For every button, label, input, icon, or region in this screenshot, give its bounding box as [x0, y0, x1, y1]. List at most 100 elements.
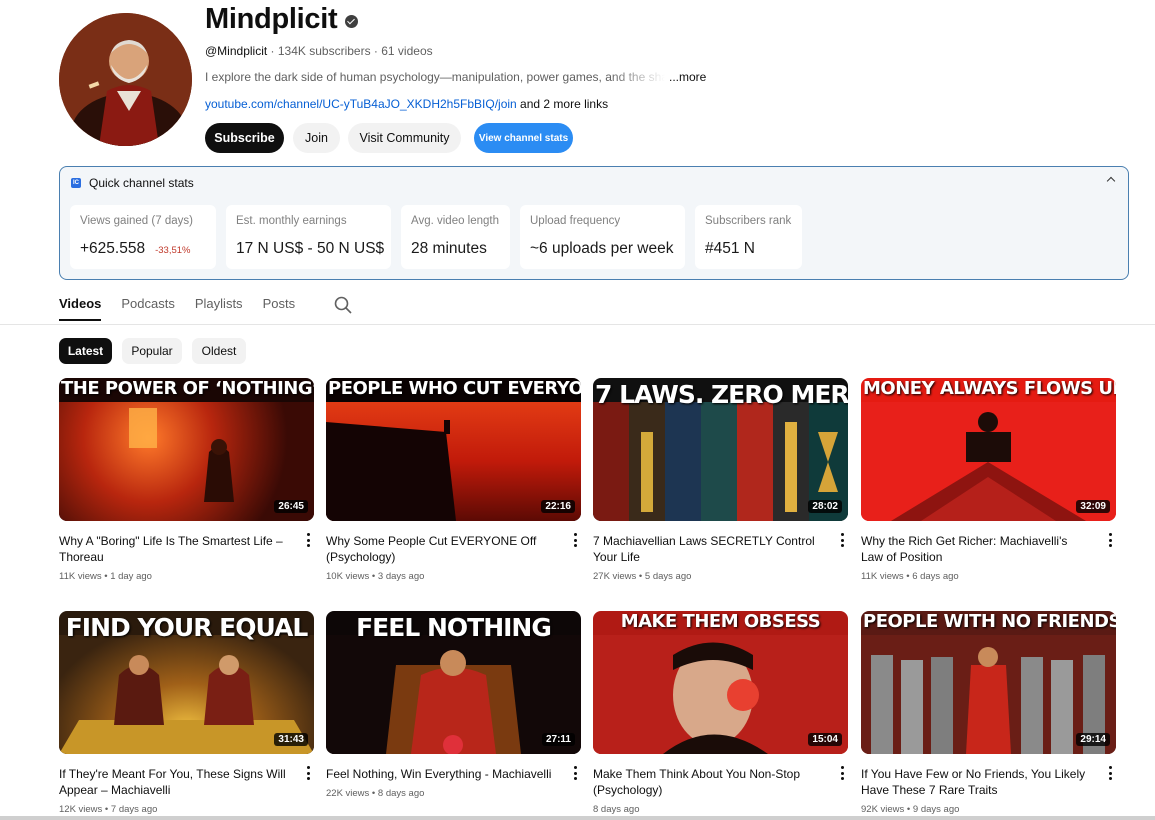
visit-community-button[interactable]: Visit Community — [348, 123, 461, 153]
description-text: I explore the dark side of human psychol… — [205, 70, 665, 84]
channel-description[interactable]: I explore the dark side of human psychol… — [205, 70, 706, 84]
video-duration: 32:09 — [1076, 500, 1110, 513]
stat-value-text: +625.558 — [80, 240, 146, 257]
video-thumbnail[interactable]: MAKE THEM OBSESS 15:04 — [593, 611, 848, 754]
channel-stats-text: · 134K subscribers · 61 videos — [267, 44, 433, 58]
stat-card-upload-frequency: Upload frequency ~6 uploads per week — [520, 205, 685, 269]
stat-value: +625.558 -33,51% — [80, 240, 190, 258]
more-link[interactable]: ...more — [669, 70, 706, 84]
channel-tabs: Videos Podcasts Playlists Posts — [59, 296, 315, 321]
video-title[interactable]: Why the Rich Get Richer: Machiavelli's L… — [861, 533, 1089, 565]
tab-posts[interactable]: Posts — [263, 296, 296, 321]
stat-value: 28 minutes — [411, 240, 487, 257]
video-duration: 26:45 — [274, 500, 308, 513]
video-thumbnail[interactable]: MONEY ALWAYS FLOWS UPWARD 32:09 — [861, 378, 1116, 521]
video-card[interactable]: THE POWER OF ‘NOTHING’ 26:45 Why A "Bori… — [59, 378, 314, 582]
channel-name-text: Mindplicit — [205, 3, 338, 35]
video-thumbnail[interactable]: PEOPLE WHO CUT EVERYONE OFF 22:16 — [326, 378, 581, 521]
video-thumbnail[interactable]: THE POWER OF ‘NOTHING’ 26:45 — [59, 378, 314, 521]
more-options-icon[interactable] — [307, 533, 311, 547]
video-thumbnail[interactable]: 7 LAWS. ZERO MERCY. 28:02 — [593, 378, 848, 521]
stat-card-views: Views gained (7 days) +625.558 -33,51% — [70, 205, 216, 269]
more-options-icon[interactable] — [841, 533, 845, 547]
thumbnail-text: PEOPLE WHO CUT EVERYONE OFF — [328, 378, 581, 399]
view-channel-stats-button[interactable]: View channel stats — [474, 123, 573, 153]
video-duration: 15:04 — [808, 733, 842, 746]
more-options-icon[interactable] — [574, 533, 578, 547]
video-card[interactable]: 7 LAWS. ZERO MERCY. 28:02 7 Machiavellia… — [593, 378, 848, 582]
channel-avatar[interactable] — [59, 13, 192, 146]
video-duration: 27:11 — [541, 733, 575, 746]
video-title[interactable]: If You Have Few or No Friends, You Likel… — [861, 766, 1089, 798]
video-thumbnail[interactable]: FIND YOUR EQUAL 31:43 — [59, 611, 314, 754]
stat-label: Subscribers rank — [705, 215, 792, 227]
video-meta: 11K views • 1 day ago — [59, 571, 152, 582]
quick-stats-header[interactable]: IC Quick channel stats — [71, 176, 194, 190]
video-duration: 28:02 — [808, 500, 842, 513]
channel-handle: @Mindplicit — [205, 44, 268, 58]
stat-label: Avg. video length — [411, 215, 500, 227]
stat-delta: -33,51% — [155, 245, 191, 256]
video-card[interactable]: MONEY ALWAYS FLOWS UPWARD 32:09 Why the … — [861, 378, 1116, 582]
video-thumbnail[interactable]: FEEL NOTHING 27:11 — [326, 611, 581, 754]
more-options-icon[interactable] — [1109, 766, 1113, 780]
channel-join-link[interactable]: youtube.com/channel/UC-yTuB4aJO_XKDH2h5F… — [205, 97, 517, 111]
thumbnail-text: FIND YOUR EQUAL — [65, 613, 309, 642]
bottom-divider — [0, 816, 1155, 820]
video-title[interactable]: Feel Nothing, Win Everything - Machiavel… — [326, 766, 554, 782]
video-card[interactable]: PEOPLE WITH NO FRIENDS 29:14 If You Have… — [861, 611, 1116, 815]
video-card[interactable]: FEEL NOTHING 27:11 Feel Nothing, Win Eve… — [326, 611, 581, 799]
stat-value: 17 N US$ - 50 N US$ — [236, 240, 385, 257]
more-options-icon[interactable] — [307, 766, 311, 780]
video-title[interactable]: Why A "Boring" Life Is The Smartest Life… — [59, 533, 287, 565]
stats-logo-icon: IC — [71, 178, 81, 188]
video-card[interactable]: PEOPLE WHO CUT EVERYONE OFF 22:16 Why So… — [326, 378, 581, 582]
channel-name: Mindplicit — [205, 3, 359, 36]
quick-stats-panel: IC Quick channel stats Views gained (7 d… — [59, 166, 1129, 280]
video-meta: 8 days ago — [593, 804, 640, 815]
video-meta: 92K views • 9 days ago — [861, 804, 960, 815]
tab-playlists[interactable]: Playlists — [195, 296, 243, 321]
video-title[interactable]: Make Them Think About You Non-Stop (Psyc… — [593, 766, 821, 798]
video-duration: 29:14 — [1076, 733, 1110, 746]
video-meta: 11K views • 6 days ago — [861, 571, 959, 582]
chevron-up-icon[interactable] — [1106, 176, 1116, 186]
tab-videos[interactable]: Videos — [59, 296, 102, 321]
quick-stats-title: Quick channel stats — [89, 176, 194, 190]
more-links[interactable]: and 2 more links — [517, 97, 608, 111]
video-card[interactable]: FIND YOUR EQUAL 31:43 If They're Meant F… — [59, 611, 314, 815]
tabs-divider — [0, 324, 1155, 325]
join-button[interactable]: Join — [293, 123, 340, 153]
stat-value: #451 N — [705, 240, 755, 257]
thumbnail-text: 7 LAWS. ZERO MERCY. — [595, 380, 848, 409]
stat-card-subscribers-rank: Subscribers rank #451 N — [695, 205, 802, 269]
verified-icon — [345, 15, 359, 28]
video-card[interactable]: MAKE THEM OBSESS 15:04 Make Them Think A… — [593, 611, 848, 815]
video-meta: 12K views • 7 days ago — [59, 804, 158, 815]
chip-popular[interactable]: Popular — [122, 338, 182, 364]
thumbnail-text: THE POWER OF ‘NOTHING’ — [61, 378, 314, 399]
stat-label: Upload frequency — [530, 215, 621, 227]
video-duration: 31:43 — [274, 733, 308, 746]
chip-latest[interactable]: Latest — [59, 338, 112, 364]
more-options-icon[interactable] — [574, 766, 578, 780]
thumbnail-text: MONEY ALWAYS FLOWS UPWARD — [863, 378, 1116, 399]
search-icon[interactable] — [334, 296, 352, 314]
stat-card-video-length: Avg. video length 28 minutes — [401, 205, 510, 269]
chip-oldest[interactable]: Oldest — [192, 338, 246, 364]
channel-links: youtube.com/channel/UC-yTuB4aJO_XKDH2h5F… — [205, 97, 608, 111]
tab-podcasts[interactable]: Podcasts — [121, 296, 174, 321]
subscribe-button[interactable]: Subscribe — [205, 123, 284, 153]
more-options-icon[interactable] — [1109, 533, 1113, 547]
video-title[interactable]: Why Some People Cut EVERYONE Off (Psycho… — [326, 533, 554, 565]
thumbnail-text: FEEL NOTHING — [356, 613, 552, 642]
thumbnail-text: PEOPLE WITH NO FRIENDS — [863, 611, 1116, 632]
stat-label: Est. monthly earnings — [236, 215, 347, 227]
channel-meta: @Mindplicit · 134K subscribers · 61 vide… — [205, 44, 433, 58]
video-thumbnail[interactable]: PEOPLE WITH NO FRIENDS 29:14 — [861, 611, 1116, 754]
video-duration: 22:16 — [541, 500, 575, 513]
video-meta: 10K views • 3 days ago — [326, 571, 425, 582]
video-title[interactable]: 7 Machiavellian Laws SECRETLY Control Yo… — [593, 533, 821, 565]
more-options-icon[interactable] — [841, 766, 845, 780]
video-title[interactable]: If They're Meant For You, These Signs Wi… — [59, 766, 287, 798]
